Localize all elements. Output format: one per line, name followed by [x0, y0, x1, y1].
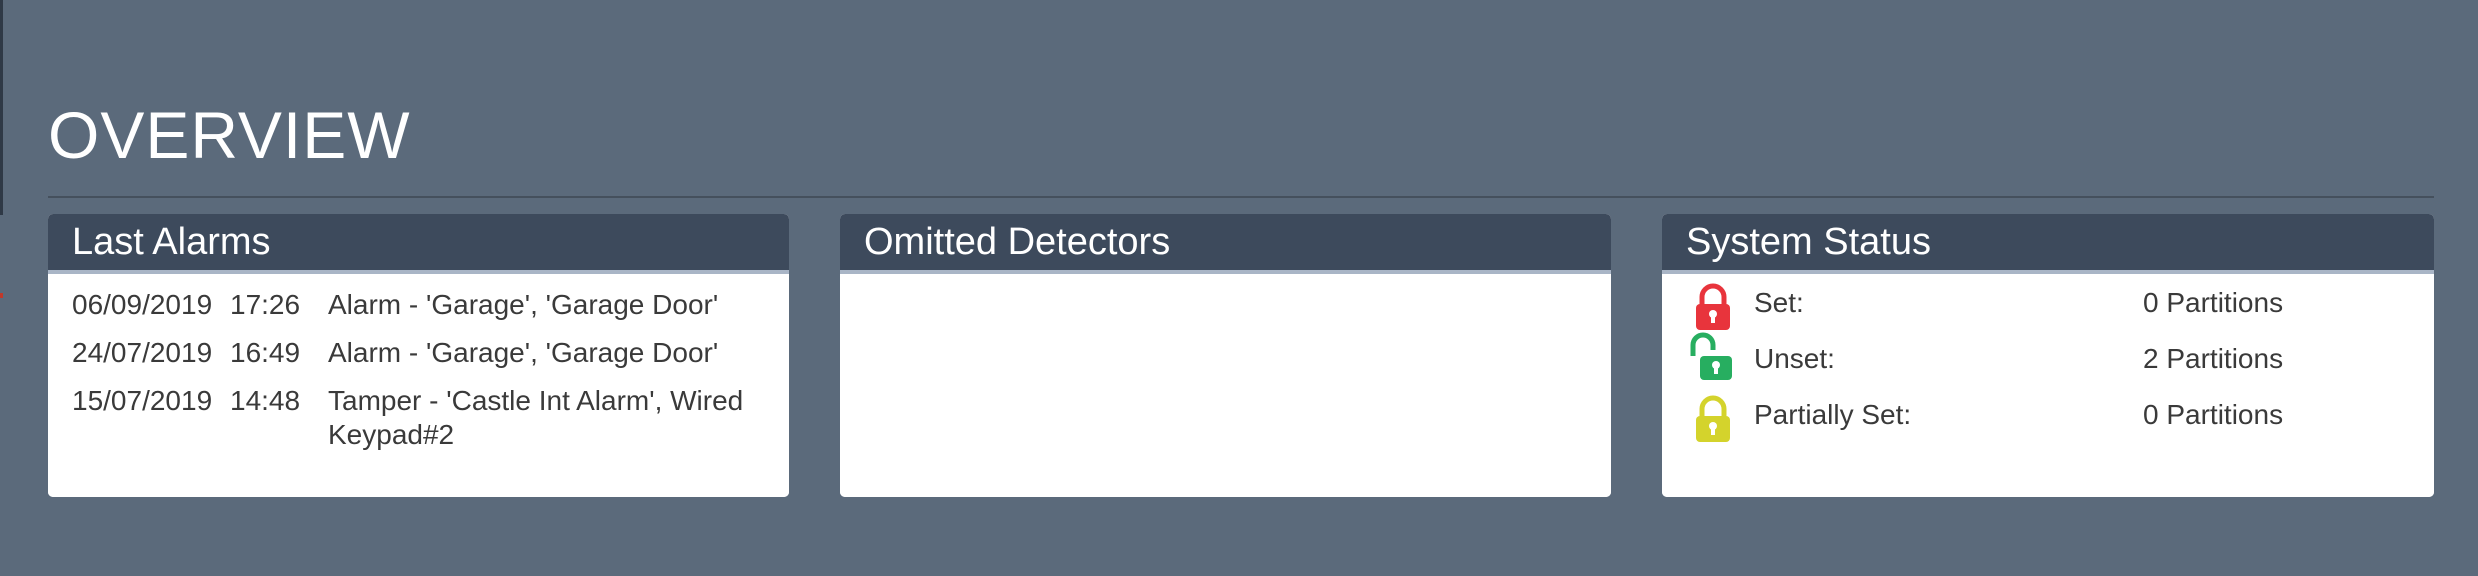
alarm-date: 24/07/2019: [72, 337, 213, 368]
last-alarms-body: 06/09/2019 17:26 Alarm - 'Garage', 'Gara…: [48, 274, 789, 497]
alarm-description: Tamper - 'Castle Int Alarm', Wired Keypa…: [328, 385, 744, 450]
status-label: Set:: [1754, 287, 1804, 318]
alarm-time: 17:26: [230, 289, 301, 320]
left-edge-strip: [0, 0, 3, 215]
alarm-description: Alarm - 'Garage', 'Garage Door': [328, 337, 719, 368]
alarm-time: 14:48: [230, 385, 301, 416]
alarm-description: Alarm - 'Garage', 'Garage Door': [328, 289, 719, 320]
lock-open-icon: [1690, 332, 1732, 380]
last-alarms-panel: Last Alarms 06/09/2019 17:26 Alarm - 'Ga…: [48, 214, 789, 497]
omitted-detectors-body: [840, 274, 1611, 497]
lock-closed-icon: [1696, 283, 1730, 330]
last-alarms-header: Last Alarms: [48, 214, 789, 274]
page-title: OVERVIEW: [48, 98, 411, 172]
alarm-date: 15/07/2019: [72, 385, 213, 416]
status-label: Unset:: [1754, 343, 1835, 374]
status-row-unset[interactable]: Unset: 2 Partitions: [1662, 332, 2434, 386]
title-divider: [48, 196, 2434, 198]
status-value: 2 Partitions: [2143, 343, 2284, 374]
omitted-detectors-panel: Omitted Detectors: [840, 214, 1611, 497]
system-status-body: Set: 0 Partitions Unset: 2 Partitions Pa…: [1662, 274, 2434, 497]
lock-partial-icon: [1696, 395, 1730, 442]
omitted-detectors-header: Omitted Detectors: [840, 214, 1611, 274]
status-value: 0 Partitions: [2143, 399, 2284, 430]
alarm-time: 16:49: [230, 337, 301, 368]
system-status-panel: System Status Set: 0 Partitions Unset: 2…: [1662, 214, 2434, 497]
status-label: Partially Set:: [1754, 399, 1912, 430]
status-row-partially-set[interactable]: Partially Set: 0 Partitions: [1662, 392, 2434, 442]
left-edge-marker: [0, 293, 3, 298]
system-status-header: System Status: [1662, 214, 2434, 274]
status-value: 0 Partitions: [2143, 287, 2284, 318]
status-row-set[interactable]: Set: 0 Partitions: [1662, 280, 2434, 330]
alarm-date: 06/09/2019: [72, 289, 213, 320]
